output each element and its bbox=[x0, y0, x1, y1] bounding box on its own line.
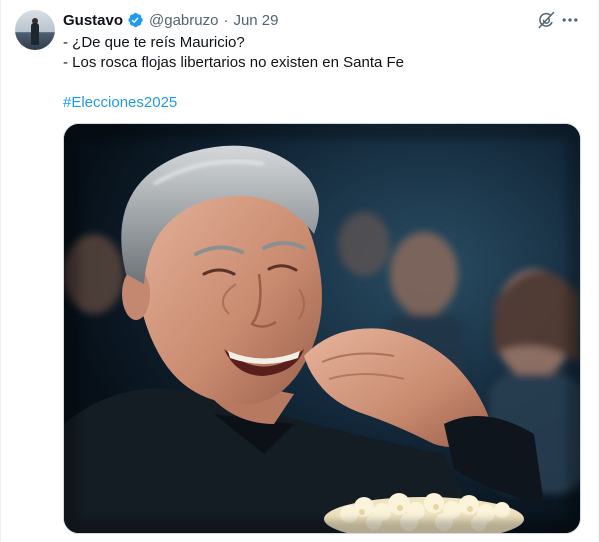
header-separator: · bbox=[223, 11, 229, 29]
tweet-date[interactable]: Jun 29 bbox=[233, 12, 278, 29]
grok-icon[interactable] bbox=[535, 9, 557, 31]
tweet-card[interactable]: Gustavo @gabruzo · Jun 29 - ¿De que te r… bbox=[0, 0, 599, 542]
photo-man-laughing-cinema-popcorn bbox=[64, 124, 580, 533]
tweet-header: Gustavo @gabruzo · Jun 29 bbox=[63, 10, 279, 30]
tweet-text-line-1: - ¿De que te reís Mauricio? bbox=[63, 34, 245, 51]
tweet-text: - ¿De que te reís Mauricio? - Los rosca … bbox=[63, 33, 583, 113]
verified-badge-icon[interactable] bbox=[126, 11, 144, 29]
tweet-photo[interactable] bbox=[63, 123, 581, 534]
tweet-text-line-2: - Los rosca flojas libertarios no existe… bbox=[63, 54, 405, 71]
tweet-text-spacer bbox=[63, 73, 583, 93]
author-handle[interactable]: @gabruzo bbox=[149, 12, 218, 29]
author-name[interactable]: Gustavo bbox=[63, 12, 123, 29]
more-options-icon[interactable] bbox=[559, 9, 581, 31]
avatar-figure-body bbox=[31, 23, 39, 45]
hashtag-link[interactable]: #Elecciones2025 bbox=[63, 93, 583, 113]
author-avatar[interactable] bbox=[15, 10, 55, 50]
